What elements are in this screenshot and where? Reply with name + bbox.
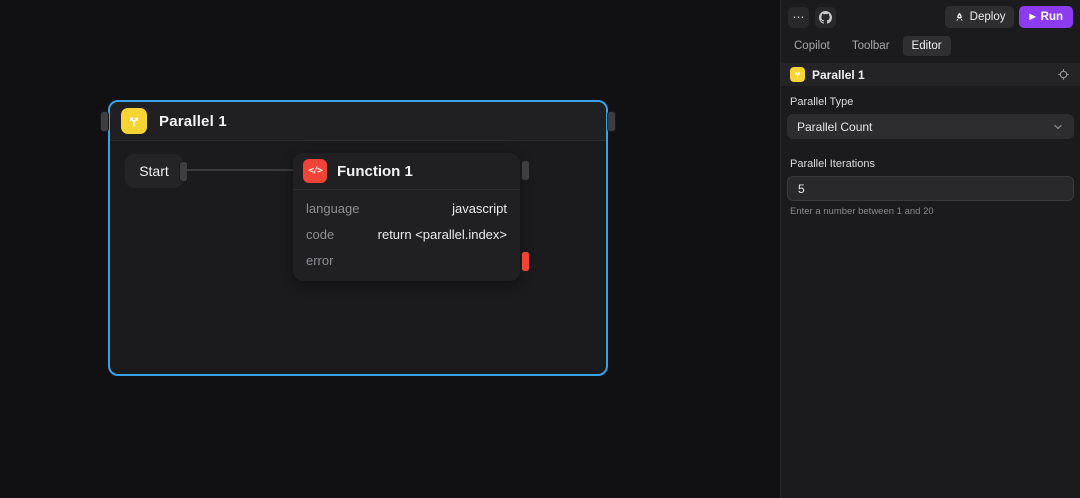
run-button-label: Run [1041,11,1063,23]
property-row-code[interactable]: code return <parallel.index> [293,221,520,247]
start-node-label: Start [139,163,169,179]
parallel-branch-icon [121,108,147,134]
parallel-type-value: Parallel Count [797,120,872,134]
panel-topbar: ⋯ Deploy [781,0,1080,28]
parallel-group-node[interactable]: Parallel 1 Start </> Function 1 language… [108,100,608,376]
function-output-port[interactable] [522,161,529,180]
flow-canvas[interactable]: Parallel 1 Start </> Function 1 language… [0,0,780,498]
github-icon [819,11,832,24]
property-row-error[interactable]: error [293,247,520,273]
tab-toolbar[interactable]: Toolbar [843,36,899,56]
property-value: javascript [452,201,507,216]
property-label: code [306,227,334,242]
inspector-panel: ⋯ Deploy [780,0,1080,498]
parallel-iterations-input[interactable] [787,176,1074,201]
deploy-button[interactable]: Deploy [945,6,1015,28]
gear-icon[interactable] [1055,67,1071,83]
function-node-header[interactable]: </> Function 1 [293,153,520,190]
play-icon: ▶ [1029,13,1035,21]
more-icon: ⋯ [793,10,805,24]
parallel-type-label: Parallel Type [790,96,1071,108]
property-value: return <parallel.index> [378,227,507,242]
workflow-builder-app: Parallel 1 Start </> Function 1 language… [0,0,1080,498]
function-node-title: Function 1 [337,163,413,180]
github-button[interactable] [815,7,836,28]
parallel-group-header[interactable]: Parallel 1 [110,102,606,141]
function-node[interactable]: </> Function 1 language javascript code … [293,153,520,281]
start-output-port[interactable] [180,162,187,181]
tab-copilot[interactable]: Copilot [785,36,839,56]
chevron-down-icon [1052,121,1064,133]
rocket-icon [954,12,965,23]
property-label: language [306,201,360,216]
parallel-iterations-label: Parallel Iterations [790,158,1071,170]
group-input-port[interactable] [101,112,108,131]
inspector-fields: Parallel Type Parallel Count Parallel It… [781,96,1080,217]
parallel-branch-icon [790,67,805,82]
start-node[interactable]: Start [125,154,183,188]
group-title: Parallel 1 [159,113,227,130]
connector-wire [187,169,294,171]
group-output-port[interactable] [608,112,615,131]
function-node-properties: language javascript code return <paralle… [293,190,520,281]
code-icon: </> [303,159,327,183]
property-label: error [306,253,333,268]
parallel-iterations-help: Enter a number between 1 and 20 [790,206,1071,217]
deploy-button-label: Deploy [970,11,1006,23]
panel-tabs: Copilot Toolbar Editor [781,28,1080,63]
function-error-port[interactable] [522,252,529,271]
more-options-button[interactable]: ⋯ [788,7,809,28]
selected-node-title: Parallel 1 [812,68,1048,82]
run-button[interactable]: ▶ Run [1019,6,1073,28]
parallel-type-select[interactable]: Parallel Count [787,114,1074,139]
property-row-language[interactable]: language javascript [293,195,520,221]
selected-node-header[interactable]: Parallel 1 [781,63,1080,86]
tab-editor[interactable]: Editor [903,36,951,56]
